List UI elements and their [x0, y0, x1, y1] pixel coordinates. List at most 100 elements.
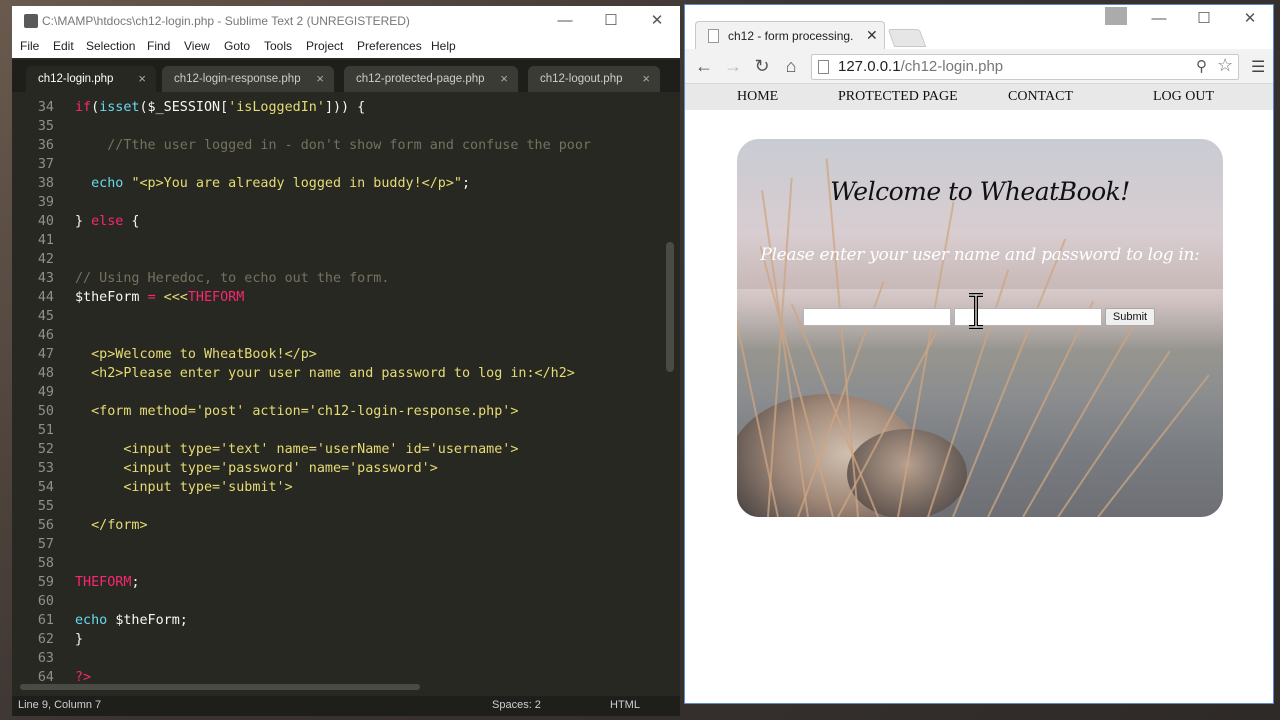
code-line[interactable]: 62} — [12, 632, 672, 651]
minimize-icon[interactable]: — — [1136, 5, 1182, 33]
line-number: 47 — [37, 347, 54, 362]
minimize-icon[interactable]: — — [542, 6, 588, 36]
code-token: $theForm — [75, 290, 148, 305]
code-line[interactable]: 48 <h2>Please enter your user name and p… — [12, 366, 672, 385]
reload-icon[interactable]: ↻ — [751, 56, 773, 77]
nav-protected-page[interactable]: PROTECTED PAGE — [838, 89, 958, 105]
tab-label: ch12-login-response.php — [174, 73, 301, 85]
tab-ch12-login-response[interactable]: ch12-login-response.php × — [162, 66, 334, 92]
tab-ch12-logout[interactable]: ch12-logout.php × — [528, 66, 660, 92]
code-line[interactable]: 43 // Using Heredoc, to echo out the form… — [12, 271, 672, 290]
code-line[interactable]: 45 — [12, 309, 672, 328]
line-number: 64 — [37, 670, 54, 685]
menu-file[interactable]: File — [20, 39, 39, 53]
code-line[interactable]: 64 ?> — [12, 670, 672, 689]
indent-setting[interactable]: Spaces: 2 — [492, 699, 541, 711]
code-line[interactable]: 50 <form method='post' action='ch12-logi… — [12, 404, 672, 423]
menu-goto[interactable]: Goto — [224, 39, 250, 53]
code-token: <input type='submit'> — [75, 480, 293, 495]
welcome-heading: Welcome to WheatBook! — [830, 177, 1130, 206]
code-line[interactable]: 37 — [12, 157, 672, 176]
code-token: } — [75, 632, 84, 647]
line-number: 57 — [37, 537, 54, 552]
maximize-icon[interactable]: ☐ — [1181, 5, 1227, 33]
code-line[interactable]: 47 <p>Welcome to WheatBook!</p> — [12, 347, 672, 366]
profile-icon[interactable] — [1105, 7, 1127, 25]
menu-icon[interactable]: ☰ — [1251, 57, 1265, 77]
code-token: echo — [75, 613, 116, 628]
code-text: } else { — [75, 214, 140, 229]
menu-find[interactable]: Find — [147, 39, 170, 53]
tab-close-icon[interactable]: × — [642, 71, 650, 86]
code-line[interactable]: 55 — [12, 499, 672, 518]
tab-close-icon[interactable]: ✕ — [866, 27, 878, 44]
code-line[interactable]: 58 — [12, 556, 672, 575]
browser-tab[interactable]: ch12 - form processing. ✕ — [695, 21, 885, 50]
line-number: 63 — [37, 651, 54, 666]
star-icon[interactable]: ☆ — [1217, 55, 1233, 76]
menu-preferences[interactable]: Preferences — [357, 39, 422, 53]
menu-help[interactable]: Help — [431, 39, 456, 53]
url-text[interactable]: 127.0.0.1/ch12-login.php — [838, 58, 1003, 75]
code-line[interactable]: 61 echo $theForm; — [12, 613, 672, 632]
line-number: 41 — [37, 233, 54, 248]
search-icon[interactable]: ⚲ — [1196, 57, 1207, 75]
code-line[interactable]: 39 — [12, 195, 672, 214]
code-line[interactable]: 42 — [12, 252, 672, 271]
submit-button[interactable]: Submit — [1105, 308, 1155, 326]
code-line[interactable]: 35 — [12, 119, 672, 138]
home-icon[interactable]: ⌂ — [780, 56, 802, 77]
nav-contact[interactable]: CONTACT — [1008, 89, 1073, 105]
url-path: /ch12-login.php — [900, 58, 1004, 75]
tab-close-icon[interactable]: × — [138, 71, 146, 86]
code-token: = — [147, 290, 156, 305]
code-token: if — [75, 100, 92, 115]
menu-view[interactable]: View — [184, 39, 210, 53]
code-line[interactable]: 38 echo "<p>You are already logged in bu… — [12, 176, 672, 195]
address-bar[interactable]: 127.0.0.1/ch12-login.php ⚲ ☆ — [811, 54, 1239, 80]
close-icon[interactable]: ✕ — [1227, 5, 1273, 33]
code-line[interactable]: 53 <input type='password' name='password… — [12, 461, 672, 480]
code-line[interactable]: 57 — [12, 537, 672, 556]
sublime-menubar: File Edit Selection Find View Goto Tools… — [12, 36, 680, 58]
code-token: else — [91, 214, 124, 229]
nav-log-out[interactable]: LOG OUT — [1153, 89, 1214, 105]
maximize-icon[interactable]: ☐ — [588, 6, 634, 36]
menu-tools[interactable]: Tools — [264, 39, 292, 53]
tab-ch12-protected-page[interactable]: ch12-protected-page.php × — [344, 66, 518, 92]
code-line[interactable]: 54 <input type='submit'> — [12, 480, 672, 499]
username-input[interactable] — [803, 308, 951, 326]
code-line[interactable]: 44 $theForm = <<<THEFORM — [12, 290, 672, 309]
code-line[interactable]: 59 THEFORM; — [12, 575, 672, 594]
back-icon[interactable]: ← — [693, 56, 715, 77]
code-line[interactable]: 49 — [12, 385, 672, 404]
code-line[interactable]: 56 </form> — [12, 518, 672, 537]
close-icon[interactable]: ✕ — [634, 6, 680, 36]
tab-close-icon[interactable]: × — [500, 71, 508, 86]
nav-home[interactable]: HOME — [737, 89, 778, 105]
forward-icon[interactable]: → — [722, 56, 744, 77]
line-number: 54 — [37, 480, 54, 495]
code-line[interactable]: 41 — [12, 233, 672, 252]
syntax-mode[interactable]: HTML — [610, 699, 640, 711]
tab-ch12-login[interactable]: ch12-login.php × — [26, 66, 156, 92]
code-line[interactable]: 46 — [12, 328, 672, 347]
background-rock — [847, 429, 967, 517]
wheat-stalk — [1097, 374, 1210, 517]
code-line[interactable]: 52 <input type='text' name='userName' id… — [12, 442, 672, 461]
tab-close-icon[interactable]: × — [316, 71, 324, 86]
menu-selection[interactable]: Selection — [86, 39, 135, 53]
code-text: echo "<p>You are already logged in buddy… — [75, 176, 470, 191]
code-line[interactable]: 34 if(isset($_SESSION['isLoggedIn'])) { — [12, 100, 672, 119]
code-editor[interactable]: 34 if(isset($_SESSION['isLoggedIn'])) {35… — [12, 92, 680, 690]
code-token: ; — [461, 176, 471, 191]
code-line[interactable]: 36 //Tthe user logged in - don't show fo… — [12, 138, 672, 157]
code-line[interactable]: 60 — [12, 594, 672, 613]
menu-edit[interactable]: Edit — [53, 39, 74, 53]
new-tab-button[interactable] — [887, 29, 927, 47]
code-line[interactable]: 51 — [12, 423, 672, 442]
line-number: 52 — [37, 442, 54, 457]
menu-project[interactable]: Project — [306, 39, 343, 53]
code-line[interactable]: 40} else { — [12, 214, 672, 233]
code-line[interactable]: 63 — [12, 651, 672, 670]
